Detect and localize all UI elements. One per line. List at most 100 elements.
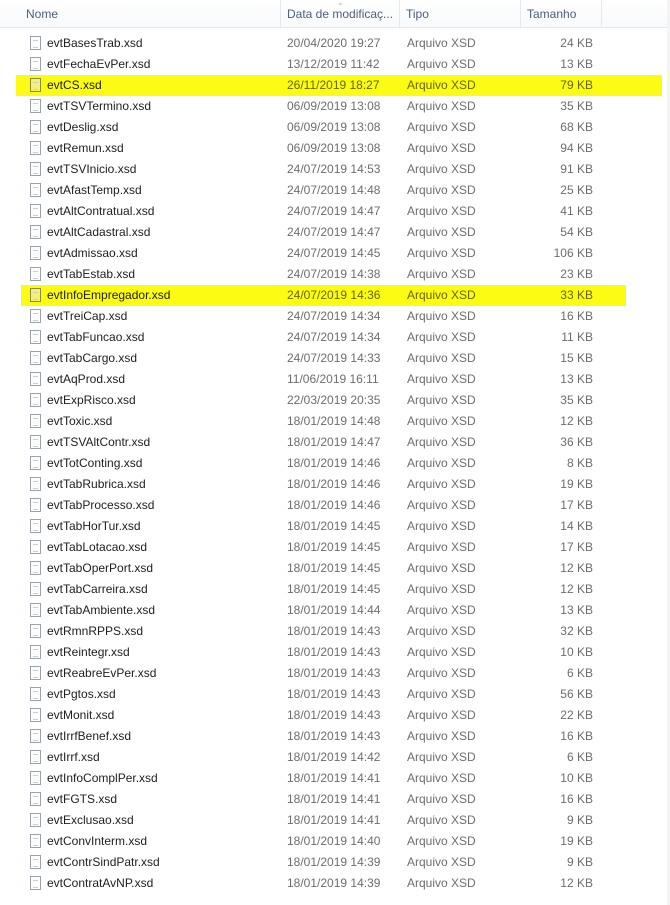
- file-row[interactable]: evtAltContratual.xsd 24/07/2019 14:47 Arqu…: [0, 201, 670, 222]
- file-name: evtTSVTermino.xsd: [47, 99, 152, 113]
- file-type: Arquivo XSD: [407, 582, 476, 596]
- file-type: Arquivo XSD: [407, 666, 476, 680]
- file-size: 35 KB: [560, 99, 593, 113]
- file-name: evtTabProcesso.xsd: [47, 498, 155, 512]
- file-modified-date: 18/01/2019 14:45: [287, 561, 381, 575]
- file-row[interactable]: evtReintegr.xsd 18/01/2019 14:43 Arquivo X…: [0, 642, 670, 663]
- xsd-file-icon: [30, 582, 41, 596]
- file-row[interactable]: evtTabCarreira.xsd 18/01/2019 14:45 Arquiv…: [0, 579, 670, 600]
- file-modified-date: 18/01/2019 14:42: [287, 750, 381, 764]
- file-row[interactable]: evtCS.xsd 26/11/2019 18:27 Arquivo XSD 79 K…: [16, 75, 662, 96]
- file-row[interactable]: evtTSVInicio.xsd 24/07/2019 14:53 Arquivo …: [0, 159, 670, 180]
- xsd-file-icon: [30, 162, 41, 176]
- file-type: Arquivo XSD: [407, 645, 476, 659]
- file-name: evtRemun.xsd: [47, 141, 124, 155]
- file-name: evtTabAmbiente.xsd: [47, 603, 156, 617]
- file-row[interactable]: evtTabAmbiente.xsd 18/01/2019 14:44 Arquiv…: [0, 600, 670, 621]
- file-row[interactable]: evtTabLotacao.xsd 18/01/2019 14:45 Arquivo…: [0, 537, 670, 558]
- file-modified-date: 18/01/2019 14:40: [287, 834, 381, 848]
- xsd-file-icon: [30, 687, 41, 701]
- file-row[interactable]: evtConvInterm.xsd 18/01/2019 14:40 Arquivo…: [0, 831, 670, 852]
- file-size: 16 KB: [560, 309, 593, 323]
- xsd-file-icon: [30, 855, 41, 869]
- file-row[interactable]: evtFechaEvPer.xsd 13/12/2019 11:42 Arquivo…: [0, 54, 670, 75]
- file-name: evtAfastTemp.xsd: [47, 183, 142, 197]
- file-type: Arquivo XSD: [407, 456, 476, 470]
- file-row[interactable]: evtExpRisco.xsd 22/03/2019 20:35 Arquivo X…: [0, 390, 670, 411]
- file-row[interactable]: evtFGTS.xsd 18/01/2019 14:41 Arquivo XSD 16…: [0, 789, 670, 810]
- xsd-file-icon: [30, 36, 41, 50]
- file-row[interactable]: evtTabFuncao.xsd 24/07/2019 14:34 Arquivo …: [0, 327, 670, 348]
- file-row[interactable]: evtContrSindPatr.xsd 18/01/2019 14:39 Arqu…: [0, 852, 670, 873]
- file-row[interactable]: evtTotConting.xsd 18/01/2019 14:46 Arquivo…: [0, 453, 670, 474]
- file-row[interactable]: evtToxic.xsd 18/01/2019 14:48 Arquivo XSD 1…: [0, 411, 670, 432]
- file-type: Arquivo XSD: [407, 351, 476, 365]
- file-modified-date: 18/01/2019 14:41: [287, 792, 381, 806]
- file-modified-date: 18/01/2019 14:43: [287, 687, 381, 701]
- file-row[interactable]: evtAfastTemp.xsd 24/07/2019 14:48 Arquivo …: [0, 180, 670, 201]
- file-size: 79 KB: [560, 78, 593, 92]
- file-row[interactable]: evtAdmissao.xsd 24/07/2019 14:45 Arquivo X…: [0, 243, 670, 264]
- file-type: Arquivo XSD: [407, 309, 476, 323]
- file-modified-date: 18/01/2019 14:41: [287, 771, 381, 785]
- file-name: evtExpRisco.xsd: [47, 393, 136, 407]
- file-modified-date: 22/03/2019 20:35: [287, 393, 381, 407]
- file-row[interactable]: evtAltCadastral.xsd 24/07/2019 14:47 Arqui…: [0, 222, 670, 243]
- file-row[interactable]: evtPgtos.xsd 18/01/2019 14:43 Arquivo XSD 5…: [0, 684, 670, 705]
- file-modified-date: 06/09/2019 13:08: [287, 141, 381, 155]
- file-modified-date: 18/01/2019 14:39: [287, 855, 381, 869]
- xsd-file-icon: [30, 78, 41, 92]
- file-row[interactable]: evtIrrfBenef.xsd 18/01/2019 14:43 Arquivo …: [0, 726, 670, 747]
- column-divider[interactable]: [601, 0, 602, 27]
- file-type: Arquivo XSD: [407, 624, 476, 638]
- file-row[interactable]: evtTabEstab.xsd 24/07/2019 14:38 Arquivo X…: [0, 264, 670, 285]
- file-type: Arquivo XSD: [407, 708, 476, 722]
- file-row[interactable]: evtRemun.xsd 06/09/2019 13:08 Arquivo XSD 9…: [0, 138, 670, 159]
- file-row[interactable]: evtIrrf.xsd 18/01/2019 14:42 Arquivo XSD 6 …: [0, 747, 670, 768]
- file-row[interactable]: evtDeslig.xsd 06/09/2019 13:08 Arquivo XSD…: [0, 117, 670, 138]
- xsd-file-icon: [30, 456, 41, 470]
- file-modified-date: 18/01/2019 14:43: [287, 666, 381, 680]
- file-row[interactable]: evtTabCargo.xsd 24/07/2019 14:33 Arquivo X…: [0, 348, 670, 369]
- xsd-file-icon: [30, 225, 41, 239]
- column-header-size[interactable]: Tamanho: [521, 0, 601, 27]
- file-row[interactable]: evtTabProcesso.xsd 18/01/2019 14:46 Arquiv…: [0, 495, 670, 516]
- file-row[interactable]: evtTSVTermino.xsd 06/09/2019 13:08 Arquivo…: [0, 96, 670, 117]
- file-modified-date: 24/07/2019 14:34: [287, 330, 381, 344]
- xsd-file-icon: [30, 267, 41, 281]
- file-row[interactable]: evtReabreEvPer.xsd 18/01/2019 14:43 Arquiv…: [0, 663, 670, 684]
- file-name: evtAqProd.xsd: [47, 372, 126, 386]
- column-header-type[interactable]: Tipo: [400, 0, 520, 27]
- xsd-file-icon: [30, 246, 41, 260]
- xsd-file-icon: [30, 141, 41, 155]
- file-size: 54 KB: [560, 225, 593, 239]
- file-size: 19 KB: [560, 477, 593, 491]
- file-row[interactable]: evtTSVAltContr.xsd 18/01/2019 14:47 Arquiv…: [0, 432, 670, 453]
- file-row[interactable]: evtContratAvNP.xsd 18/01/2019 14:39 Arquiv…: [0, 873, 670, 894]
- file-name: evtBasesTrab.xsd: [47, 36, 143, 50]
- file-modified-date: 18/01/2019 14:44: [287, 603, 381, 617]
- file-row[interactable]: evtTreiCap.xsd 24/07/2019 14:34 Arquivo XS…: [0, 306, 670, 327]
- file-name: evtTabHorTur.xsd: [47, 519, 141, 533]
- file-row[interactable]: evtRmnRPPS.xsd 18/01/2019 14:43 Arquivo XS…: [0, 621, 670, 642]
- file-type: Arquivo XSD: [407, 771, 476, 785]
- file-row[interactable]: evtInfoEmpregador.xsd 24/07/2019 14:36 Arq…: [21, 285, 626, 306]
- file-type: Arquivo XSD: [407, 288, 476, 302]
- file-size: 23 KB: [560, 267, 593, 281]
- file-row[interactable]: evtExclusao.xsd 18/01/2019 14:41 Arquivo X…: [0, 810, 670, 831]
- xsd-file-icon: [30, 666, 41, 680]
- file-row[interactable]: evtTabHorTur.xsd 18/01/2019 14:45 Arquivo …: [0, 516, 670, 537]
- column-header-date[interactable]: Data de modificaç...: [281, 0, 399, 27]
- file-row[interactable]: evtInfoComplPer.xsd 18/01/2019 14:41 Arqui…: [0, 768, 670, 789]
- file-row[interactable]: evtTabRubrica.xsd 18/01/2019 14:46 Arquivo…: [0, 474, 670, 495]
- file-size: 11 KB: [561, 330, 593, 344]
- file-row[interactable]: evtBasesTrab.xsd 20/04/2020 19:27 Arquivo …: [0, 33, 670, 54]
- file-row[interactable]: evtAqProd.xsd 11/06/2019 16:11 Arquivo XSD…: [0, 369, 670, 390]
- column-header-bar: Nome ⌄ Data de modificaç... Tipo Tamanho: [0, 0, 670, 28]
- column-header-name[interactable]: Nome: [20, 0, 280, 27]
- file-name: evtTreiCap.xsd: [47, 309, 128, 323]
- file-row[interactable]: evtMonit.xsd 18/01/2019 14:43 Arquivo XSD 2…: [0, 705, 670, 726]
- file-type: Arquivo XSD: [407, 687, 476, 701]
- file-type: Arquivo XSD: [407, 498, 476, 512]
- file-row[interactable]: evtTabOperPort.xsd 18/01/2019 14:45 Arquiv…: [0, 558, 670, 579]
